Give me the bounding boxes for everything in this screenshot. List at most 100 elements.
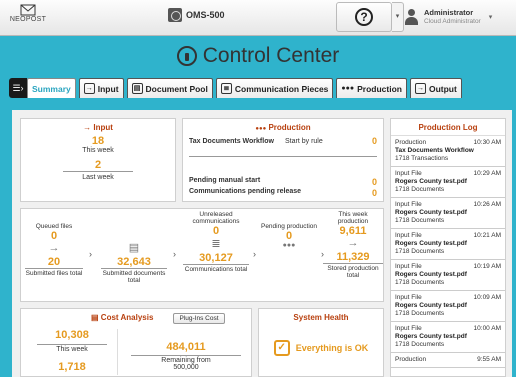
tab-document-pool[interactable]: ▤ Document Pool [126,78,213,98]
page-title: Control Center [202,44,340,67]
log-entry-time: 10:26 AM [473,201,501,208]
system-health-title: System Health [293,313,349,322]
cost-analysis-panel: ▤ Cost Analysis Plug-Ins Cost 10,308 Thi… [20,308,252,377]
pipeline-arrow-3: › [253,249,256,259]
this-week-production-label: This week production [337,211,369,225]
health-status-row: ✓ Everything is OK [259,340,383,356]
workflow-row[interactable]: Tax Documents Workflow Start by rule 0 [183,132,383,146]
log-entry-time: 10:29 AM [473,170,501,177]
input-last-week-label: Last week [82,174,114,181]
neopost-logo[interactable]: NEOPOST [8,4,48,23]
side-menu-toggle[interactable]: ☰› [9,78,27,98]
log-entry[interactable]: Production 9:55 AM [391,353,505,368]
log-entry-detail: 1718 Transactions [395,155,449,162]
input-panel-title: → Input [21,123,175,132]
communications-total-value: 30,127 [199,252,233,264]
log-entry[interactable]: Input File 10:29 AM Rogers County test.pdf… [391,167,505,198]
cost-this-week-value: 10,308 [55,329,89,341]
log-entry[interactable]: Input File 10:26 AM Rogers County test.pdf… [391,198,505,229]
log-entry-time: 10:19 AM [473,263,501,270]
submitted-files-value: 20 [47,256,61,268]
log-entry[interactable]: Input File 10:00 AM Rogers County test.pdf… [391,322,505,353]
production-icon: ●●● [341,85,355,92]
menu-icon: ☰› [12,83,24,93]
remaining-total: 500,000 [173,364,199,371]
document-pool-stage-icon: ▤ [128,242,140,254]
workflow-trigger: Start by rule [285,137,323,145]
log-entry-detail: 1718 Documents [395,248,445,255]
tab-input-label: Input [97,83,119,94]
output-icon: → [414,83,426,94]
pending-release-value: 0 [371,188,377,198]
pipeline-arrow-1: › [89,249,92,259]
input-icon: → [83,83,95,94]
communication-pieces-icon: ≣ [220,83,232,94]
tab-communication-pieces[interactable]: ≣ Communication Pieces [215,78,334,98]
production-panel-title-text: Production [268,123,311,132]
help-button[interactable]: ? [336,2,392,32]
log-entry-type: Production [395,356,427,363]
user-chevron-icon: ▾ [488,14,493,21]
workflow-count: 0 [371,136,377,146]
log-entry-name: Rogers County test.pdf [395,240,467,247]
help-icon: ? [355,8,373,26]
plugins-cost-button[interactable]: Plug-Ins Cost [173,313,225,324]
envelope-logo-icon [20,4,36,16]
log-entry-time: 10:21 AM [473,232,501,239]
pipeline-stage-queued: Queued files 0 → 20 Submitted files tota… [25,215,83,277]
log-entry-type: Input File [395,294,422,301]
this-week-production-value: 9,611 [339,225,367,237]
pipeline-arrow-2: › [173,249,176,259]
pipeline-stage-output: This week production 9,611 → 11,329 Stor… [323,211,383,279]
input-this-week-label: This week [82,147,114,154]
checkmark-icon: ✓ [273,340,290,356]
tab-input[interactable]: → Input [78,78,124,98]
top-bar: NEOPOST OMS-500 ? ▾ Administrator Cloud … [0,0,516,36]
input-panel: → Input 18 This week 2 Last week [20,118,176,202]
pending-release-row: Communications pending release 0 [183,187,383,198]
log-entry-time: 9:55 AM [477,356,501,363]
log-entry-name: Rogers County test.pdf [395,271,467,278]
tab-document-pool-label: Document Pool [145,83,208,94]
submitted-documents-label: Submitted documents total [101,268,167,284]
pending-release-label: Communications pending release [189,188,302,195]
production-panel: ●●● Production Tax Documents Workflow St… [182,118,384,202]
pipeline-stage-pending: Pending production 0 ●●● [259,215,319,249]
server-name: OMS-500 [186,10,225,20]
logo-text: NEOPOST [9,16,47,23]
log-entry[interactable]: Input File 10:09 AM Rogers County test.pdf… [391,291,505,322]
log-entry[interactable]: Input File 10:21 AM Rogers County test.pdf… [391,229,505,260]
log-entry[interactable]: Input File 10:19 AM Rogers County test.pdf… [391,260,505,291]
unreleased-communications-value: 0 [212,225,220,237]
tab-summary-label: Summary [32,83,71,94]
log-entry-detail: 1718 Documents [395,186,445,193]
submitted-documents-value: 32,643 [117,256,151,268]
cost-second-value: 1,718 [58,361,86,373]
cost-analysis-icon: ▤ [91,313,99,322]
health-status-text: Everything is OK [295,343,369,353]
production-panel-title: ●●● Production [183,123,383,132]
production-log-list[interactable]: Production 10:30 AM Tax Documents Workflow… [391,136,505,368]
tab-summary[interactable]: Summary [27,78,76,98]
pending-manual-label: Pending manual start [189,177,261,184]
production-log-title: Production Log [391,119,505,136]
log-entry-name: Rogers County test.pdf [395,178,467,185]
tab-output-label: Output [428,83,457,94]
tab-production[interactable]: ●●● Production [336,78,407,98]
workflow-name: Tax Documents Workflow [189,137,274,145]
pipeline-stage-documents: ▤ 32,643 Submitted documents total [101,215,167,284]
log-entry-type: Production [395,139,427,146]
log-entry[interactable]: Production 10:30 AM Tax Documents Workflow… [391,136,505,167]
log-entry-time: 10:30 AM [473,139,501,146]
tab-output[interactable]: → Output [409,78,462,98]
user-menu[interactable]: Administrator Cloud Administrator ▾ [398,2,512,32]
communications-total-label: Communications total [183,264,249,273]
control-center-icon [176,46,197,66]
production-panel-icon: ●●● [255,126,267,132]
tab-production-label: Production [357,83,402,94]
log-entry-name: Rogers County test.pdf [395,302,467,309]
cost-divider [117,329,118,375]
server-selector[interactable]: OMS-500 [168,8,225,22]
pending-production-value: 0 [285,230,293,242]
log-entry-type: Input File [395,201,422,208]
